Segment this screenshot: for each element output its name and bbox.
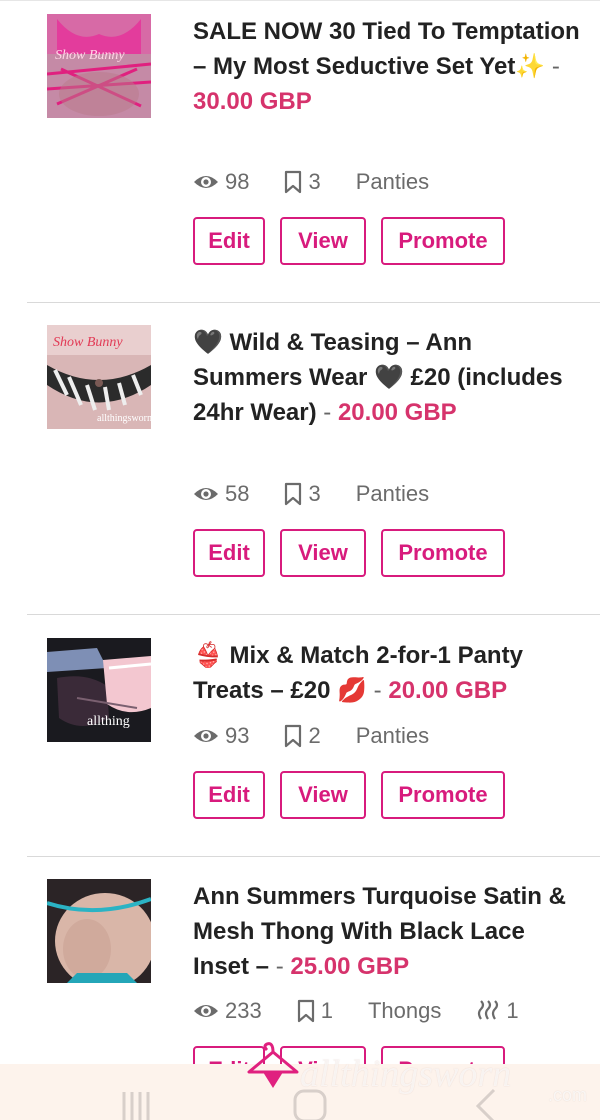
divider bbox=[27, 856, 600, 857]
promote-button[interactable]: Promote bbox=[381, 529, 505, 577]
listing-title[interactable]: Ann Summers Turquoise Satin & Mesh Thong… bbox=[193, 879, 583, 984]
title-separator: - bbox=[373, 677, 382, 704]
category-label: Thongs bbox=[367, 998, 442, 1023]
divider bbox=[27, 302, 600, 303]
divider bbox=[27, 614, 600, 615]
listing-actions: Edit View Promote bbox=[193, 771, 520, 819]
saves-count: 1 bbox=[297, 998, 333, 1024]
listing-price: 20.00 GBP bbox=[388, 677, 508, 704]
views-count: 98 bbox=[193, 169, 249, 195]
views-count: 93 bbox=[193, 723, 249, 749]
listing-title[interactable]: 👙 Mix & Match 2-for-1 Panty Treats – £20… bbox=[193, 638, 583, 708]
site-watermark: allthingsworn bbox=[300, 1053, 512, 1095]
edit-button[interactable]: Edit bbox=[193, 771, 265, 819]
listing-thumbnail[interactable] bbox=[47, 879, 151, 983]
listing-title-text: SALE NOW 30 Tied To Temptation – My Most… bbox=[193, 18, 580, 80]
site-watermark-suffix: .com bbox=[548, 1085, 588, 1105]
listing-meta: 58 3 Panties bbox=[193, 479, 464, 509]
thumbnail-watermark: Show Bunny bbox=[55, 48, 125, 63]
listing-title[interactable]: 🖤 Wild & Teasing – Ann Summers Wear 🖤 £2… bbox=[193, 325, 583, 430]
listing-actions: Edit View Promote bbox=[193, 529, 520, 577]
bookmark-icon bbox=[285, 170, 302, 194]
listing-thumbnail[interactable]: Show Bunny bbox=[47, 14, 151, 118]
listing-price: 20.00 GBP bbox=[337, 399, 457, 426]
hanger-logo-icon bbox=[247, 1042, 299, 1088]
view-button[interactable]: View bbox=[280, 217, 366, 265]
listing-actions: Edit View Promote bbox=[193, 217, 520, 265]
eye-icon bbox=[194, 730, 218, 742]
listing-meta: 93 2 Panties bbox=[193, 721, 464, 751]
thumbnail-watermark: allthing bbox=[87, 714, 130, 729]
bookmark-icon bbox=[285, 724, 302, 748]
eye-icon bbox=[194, 176, 218, 188]
saves-count: 3 bbox=[284, 169, 321, 195]
category-label: Panties bbox=[355, 481, 430, 506]
recent-apps-icon[interactable] bbox=[118, 1090, 154, 1120]
thumbnail-watermark: Show Bunny bbox=[53, 335, 123, 350]
eye-icon bbox=[194, 488, 218, 500]
listing-thumbnail[interactable]: allthing bbox=[47, 638, 151, 742]
promote-button[interactable]: Promote bbox=[381, 771, 505, 819]
title-separator: - bbox=[551, 53, 560, 80]
promote-button[interactable]: Promote bbox=[381, 217, 505, 265]
listing-title[interactable]: SALE NOW 30 Tied To Temptation – My Most… bbox=[193, 14, 583, 119]
edit-button[interactable]: Edit bbox=[193, 529, 265, 577]
bookmark-icon bbox=[285, 482, 302, 506]
bookmark-icon bbox=[297, 999, 314, 1023]
saves-count: 2 bbox=[284, 723, 321, 749]
listing-price: 25.00 GBP bbox=[290, 953, 410, 980]
listing-thumbnail[interactable]: Show Bunny allthingsworn bbox=[47, 325, 151, 429]
title-separator: - bbox=[275, 953, 284, 980]
views-count: 58 bbox=[193, 481, 249, 507]
view-button[interactable]: View bbox=[280, 529, 366, 577]
wear-days-count: 1 bbox=[476, 998, 519, 1024]
listing-price: 30.00 GBP bbox=[193, 88, 312, 115]
saves-count: 3 bbox=[284, 481, 321, 507]
title-separator: - bbox=[323, 399, 332, 426]
eye-icon bbox=[194, 1005, 218, 1017]
view-button[interactable]: View bbox=[280, 771, 366, 819]
views-count: 233 bbox=[193, 998, 262, 1024]
top-border bbox=[0, 0, 600, 1]
listing-meta: 233 1 Thongs 1 bbox=[193, 996, 554, 1026]
thumbnail-watermark-secondary: allthingsworn bbox=[97, 413, 151, 424]
edit-button[interactable]: Edit bbox=[193, 217, 265, 265]
steam-icon bbox=[478, 1000, 499, 1020]
category-label: Panties bbox=[355, 723, 430, 748]
category-label: Panties bbox=[355, 169, 430, 194]
listing-meta: 98 3 Panties bbox=[193, 167, 464, 197]
